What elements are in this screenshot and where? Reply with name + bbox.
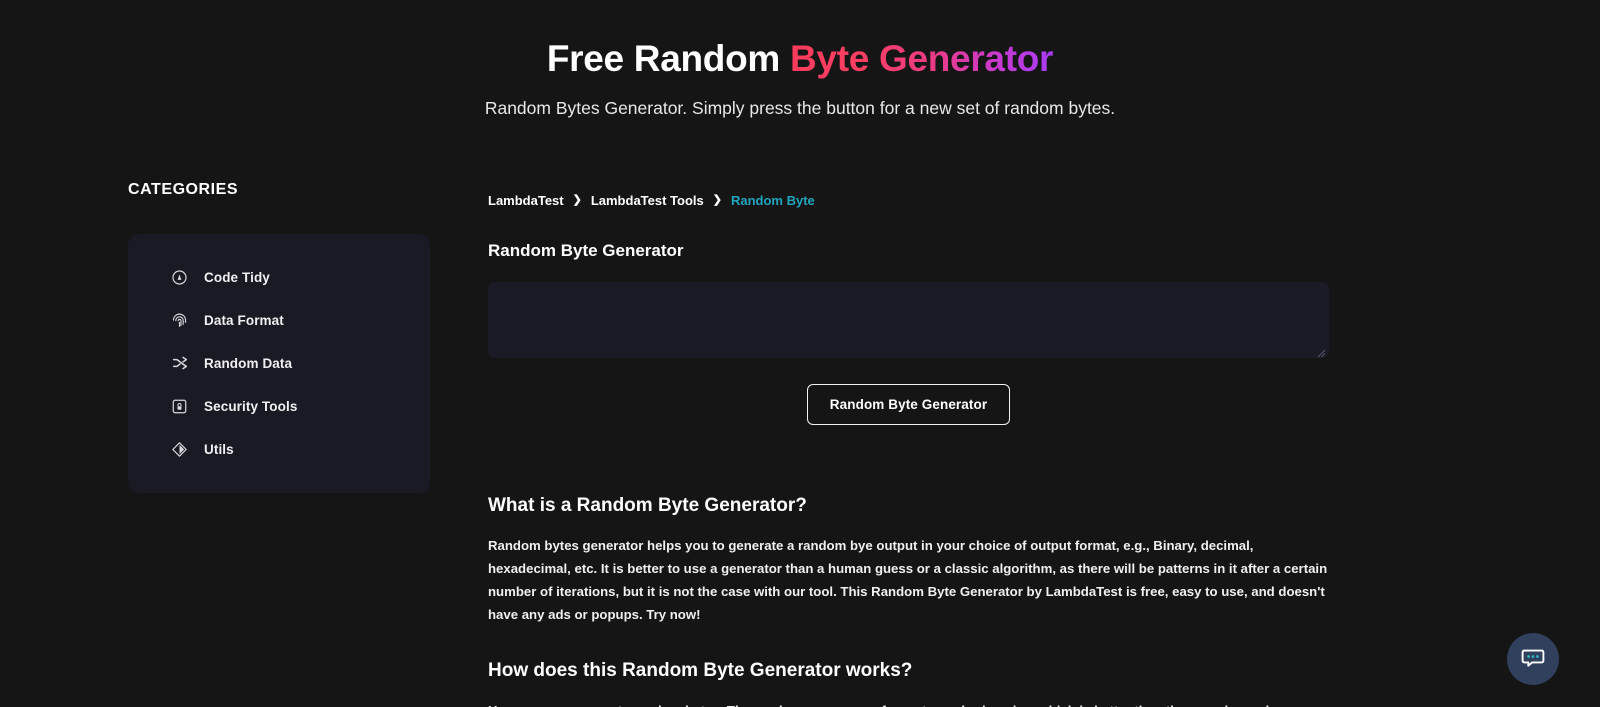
chat-bubble-icon: [1520, 645, 1546, 674]
main-content: LambdaTest ❯ LambdaTest Tools ❯ Random B…: [488, 181, 1472, 707]
sidebar-item-code-tidy[interactable]: Code Tidy: [128, 264, 430, 291]
shuffle-icon: [170, 354, 189, 373]
breadcrumb-item-random-byte[interactable]: Random Byte: [731, 193, 815, 208]
sidebar: CATEGORIES Code Tidy Data Format Random …: [128, 181, 430, 493]
sidebar-item-utils[interactable]: Utils: [128, 436, 430, 463]
output-area-wrapper: [488, 281, 1329, 358]
article-section: What is a Random Byte Generator? Random …: [488, 495, 1329, 707]
page-body: CATEGORIES Code Tidy Data Format Random …: [0, 181, 1600, 707]
sidebar-item-random-data[interactable]: Random Data: [128, 350, 430, 377]
lock-square-icon: [170, 397, 189, 416]
page-title: Free Random Byte Generator: [0, 38, 1600, 81]
page-subtitle: Random Bytes Generator. Simply press the…: [484, 97, 1116, 118]
code-circle-icon: [170, 268, 189, 287]
fingerprint-icon: [170, 311, 189, 330]
sidebar-item-label: Random Data: [204, 355, 293, 371]
breadcrumb: LambdaTest ❯ LambdaTest Tools ❯ Random B…: [488, 193, 1472, 208]
sidebar-item-data-format[interactable]: Data Format: [128, 307, 430, 334]
sidebar-item-label: Code Tidy: [204, 269, 270, 285]
sidebar-item-security-tools[interactable]: Security Tools: [128, 393, 430, 420]
chat-widget-button[interactable]: [1507, 633, 1559, 685]
chevron-right-icon: ❯: [712, 193, 722, 206]
page-title-plain: Free Random: [546, 38, 790, 79]
button-row: Random Byte Generator: [488, 383, 1329, 425]
breadcrumb-item-lambdatest[interactable]: LambdaTest: [488, 193, 564, 208]
sidebar-item-label: Data Format: [204, 312, 284, 328]
diamond-icon: [170, 440, 189, 459]
categories-card: Code Tidy Data Format Random Data Securi…: [128, 233, 430, 493]
random-byte-generator-button[interactable]: Random Byte Generator: [806, 383, 1011, 425]
article-heading-what-is: What is a Random Byte Generator?: [488, 494, 807, 516]
article-heading-how-does: How does this Random Byte Generator work…: [488, 659, 913, 681]
article-body-how-does: Here you can generate random bytes. The …: [488, 699, 1329, 707]
chevron-right-icon: ❯: [572, 193, 582, 206]
breadcrumb-item-lambdatest-tools[interactable]: LambdaTest Tools: [591, 193, 704, 208]
sidebar-item-label: Security Tools: [204, 398, 298, 414]
sidebar-heading: CATEGORIES: [128, 180, 239, 198]
sidebar-item-label: Utils: [204, 441, 234, 457]
article-body-what-is: Random bytes generator helps you to gene…: [488, 537, 1328, 622]
hero-section: Free Random Byte Generator Random Bytes …: [0, 0, 1600, 119]
page-title-gradient: Byte Generator: [790, 38, 1054, 79]
random-byte-output[interactable]: [488, 281, 1329, 358]
tool-heading: Random Byte Generator: [488, 240, 684, 260]
